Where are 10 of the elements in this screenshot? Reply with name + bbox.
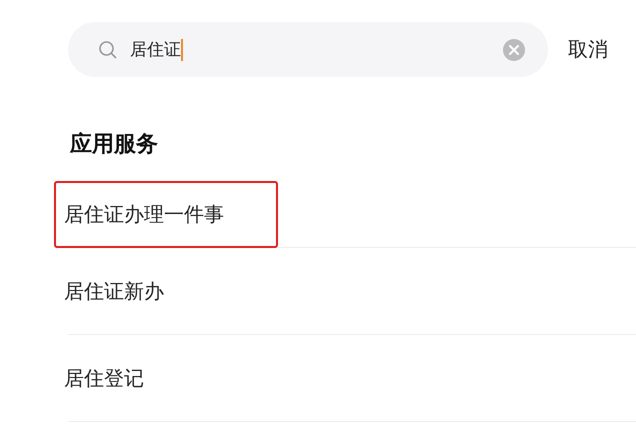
search-value: 居住证 — [130, 39, 181, 61]
text-cursor — [181, 38, 183, 60]
search-icon — [98, 40, 118, 60]
result-item[interactable]: 居住登记 — [54, 344, 154, 412]
result-item[interactable]: 居住证办理一件事 — [54, 180, 278, 248]
section-title: 应用服务 — [70, 130, 159, 159]
clear-icon[interactable] — [502, 38, 526, 62]
cancel-button[interactable]: 取消 — [568, 36, 608, 63]
result-item[interactable]: 居住证新办 — [54, 258, 174, 324]
search-field[interactable]: 居住证 — [68, 22, 548, 77]
